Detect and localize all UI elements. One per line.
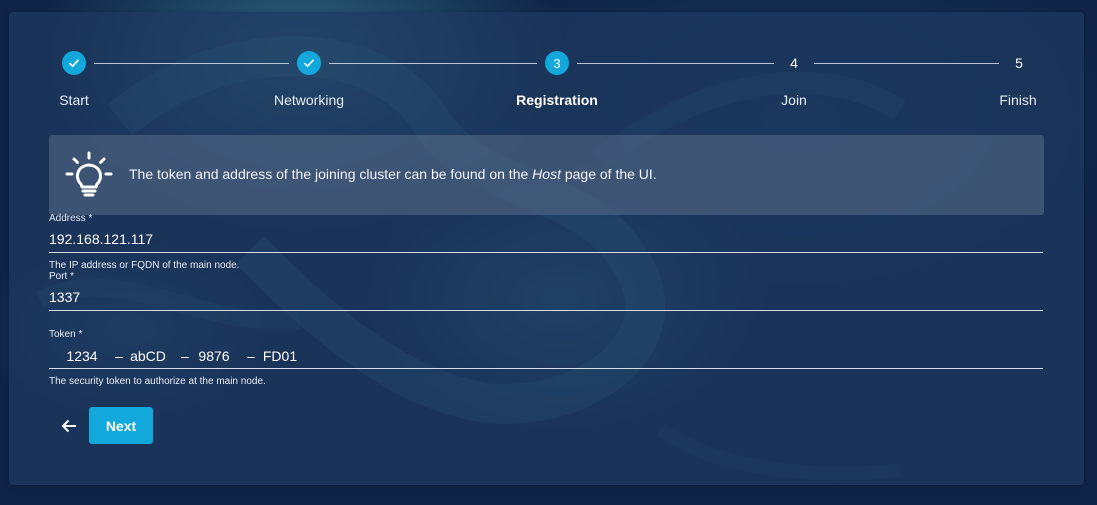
step-networking-label: Networking xyxy=(273,92,345,108)
step-connector xyxy=(94,63,289,64)
step-registration-number: 3 xyxy=(545,51,569,75)
token-field[interactable]: Token * 1234 – abCD – 9876 – FD01 The se… xyxy=(49,329,1043,387)
token-segment[interactable]: 9876 xyxy=(181,348,247,364)
address-hint: The IP address or FQDN of the main node. xyxy=(49,260,240,271)
token-segment[interactable]: 1234 xyxy=(49,348,115,364)
step-finish-label: Finish xyxy=(999,92,1037,108)
address-underline xyxy=(49,252,1043,253)
port-underline xyxy=(49,310,1043,311)
next-button[interactable]: Next xyxy=(89,407,153,444)
info-text: The token and address of the joining clu… xyxy=(129,166,657,182)
address-input[interactable]: 192.168.121.117 xyxy=(49,231,1043,249)
wizard-panel: 3 4 5 Start Networking Registration Join… xyxy=(9,12,1084,485)
step-connector xyxy=(329,63,537,64)
port-input[interactable]: 1337 xyxy=(49,289,1043,307)
step-connector xyxy=(814,63,999,64)
step-finish-number: 5 xyxy=(1015,55,1023,71)
address-field[interactable]: Address * 192.168.121.117 The IP address… xyxy=(49,213,1043,271)
token-segment[interactable]: abCD xyxy=(115,348,181,364)
port-label: Port * xyxy=(49,271,75,282)
step-join-number: 4 xyxy=(790,55,798,71)
token-label: Token * xyxy=(49,329,83,340)
step-start-check-icon xyxy=(62,51,86,75)
step-registration-label: Registration xyxy=(516,92,598,108)
stepper: 3 4 5 Start Networking Registration Join… xyxy=(9,12,1084,132)
token-underline xyxy=(49,368,1043,369)
token-hint: The security token to authorize at the m… xyxy=(49,376,266,387)
token-input[interactable]: 1234 – abCD – 9876 – FD01 xyxy=(49,347,1043,365)
host-emphasis: Host xyxy=(532,166,561,182)
port-field[interactable]: Port * 1337 xyxy=(49,271,1043,311)
arrow-left-icon xyxy=(61,419,76,433)
step-connector xyxy=(577,63,774,64)
step-start-label: Start xyxy=(59,92,89,108)
lightbulb-icon xyxy=(65,151,113,197)
step-networking-check-icon xyxy=(297,51,321,75)
token-segment[interactable]: FD01 xyxy=(247,348,313,364)
step-join-label: Join xyxy=(781,92,807,108)
back-button[interactable] xyxy=(55,412,83,440)
info-alert: The token and address of the joining clu… xyxy=(49,135,1044,215)
address-label: Address * xyxy=(49,213,93,224)
